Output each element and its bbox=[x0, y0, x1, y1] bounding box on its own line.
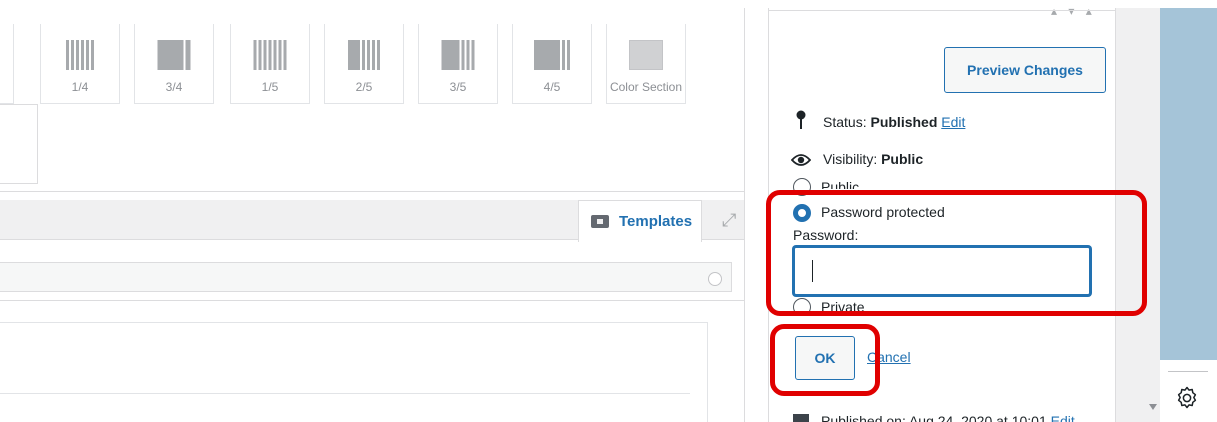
layout-button-3-5[interactable]: 3/5 bbox=[418, 24, 498, 104]
row-toggle-circle[interactable] bbox=[708, 272, 722, 286]
password-input[interactable] bbox=[793, 246, 1091, 296]
radio-public[interactable] bbox=[793, 178, 811, 196]
published-on-text: Published on: Aug 24, 2020 at 10:01 bbox=[821, 413, 1047, 422]
published-edit-link[interactable]: Edit bbox=[1051, 413, 1075, 422]
status-edit-link[interactable]: Edit bbox=[941, 114, 965, 130]
radio-private-label: Private bbox=[821, 299, 865, 315]
radio-password-label: Password protected bbox=[821, 204, 945, 220]
layout-label: Color Section bbox=[609, 80, 683, 94]
layout-button-2-5[interactable]: 2/5 bbox=[324, 24, 404, 104]
cancel-link[interactable]: Cancel bbox=[867, 349, 911, 365]
three-fifths-icon bbox=[441, 40, 475, 70]
background-strip bbox=[1160, 0, 1217, 422]
layout-button-4-5[interactable]: 4/5 bbox=[512, 24, 592, 104]
gear-icon[interactable] bbox=[1175, 386, 1199, 410]
status-prefix: Status: bbox=[823, 114, 867, 130]
layout-label: 3/4 bbox=[165, 80, 183, 94]
visibility-value: Public bbox=[881, 151, 924, 167]
content-area[interactable] bbox=[0, 322, 708, 422]
layout-button-1-4[interactable]: 1/4 bbox=[40, 24, 120, 104]
layout-tile-blank[interactable] bbox=[0, 104, 38, 184]
layout-label: 3/5 bbox=[449, 80, 467, 94]
content-divider bbox=[0, 393, 690, 394]
layout-label: 1/5 bbox=[261, 80, 279, 94]
radio-private[interactable] bbox=[793, 298, 811, 316]
layout-label: 4/5 bbox=[543, 80, 561, 94]
layout-label: 1/4 bbox=[71, 80, 89, 94]
publish-panel: Publish ▴ ▾ ▴ Preview Changes Status: Pu… bbox=[768, 0, 1116, 422]
column-layouts-panel: 1/4 3/4 1/5 2/5 3/5 4/5 Color Section bbox=[0, 8, 745, 192]
tab-templates-label: Templates bbox=[619, 213, 693, 230]
pin-icon bbox=[796, 110, 806, 129]
layout-label: 2/5 bbox=[355, 80, 373, 94]
eye-icon bbox=[791, 154, 811, 166]
cols-5-icon bbox=[253, 40, 287, 70]
expand-icon[interactable]: ⤢ bbox=[722, 210, 736, 231]
templates-icon bbox=[591, 215, 609, 228]
four-fifths-icon bbox=[534, 40, 570, 70]
editor-screen: 1/4 3/4 1/5 2/5 3/5 4/5 Color Section Te… bbox=[0, 0, 1217, 422]
scrollbar-track[interactable] bbox=[1116, 0, 1160, 422]
radio-password-protected[interactable] bbox=[793, 204, 811, 222]
two-fifths-icon bbox=[348, 40, 380, 70]
top-edge bbox=[0, 0, 1217, 8]
status-value: Published bbox=[870, 114, 938, 130]
three-quarter-icon bbox=[157, 40, 191, 70]
calendar-icon bbox=[793, 414, 809, 422]
color-square-icon bbox=[629, 40, 663, 70]
visibility-prefix: Visibility: bbox=[823, 151, 878, 167]
layout-button-partial[interactable] bbox=[0, 24, 14, 104]
text-caret bbox=[812, 260, 813, 282]
visibility-row: Visibility: Public bbox=[823, 151, 923, 167]
layout-button-color-section[interactable]: Color Section bbox=[606, 24, 686, 104]
status-row: Status: Published Edit bbox=[823, 114, 965, 130]
radio-public-label: Public bbox=[821, 179, 860, 189]
cols-4-icon bbox=[66, 40, 94, 70]
ok-button[interactable]: OK bbox=[795, 336, 855, 380]
scroll-down-icon[interactable] bbox=[1149, 404, 1157, 410]
layout-button-3-4[interactable]: 3/4 bbox=[134, 24, 214, 104]
preview-changes-button[interactable]: Preview Changes bbox=[944, 47, 1106, 93]
content-row-header bbox=[0, 262, 732, 292]
published-on-row: Published on: Aug 24, 2020 at 10:01 Edit bbox=[821, 413, 1075, 422]
password-label: Password: bbox=[793, 227, 859, 243]
content-divider bbox=[0, 300, 745, 301]
tab-templates[interactable]: Templates bbox=[578, 200, 702, 242]
layout-button-1-5[interactable]: 1/5 bbox=[230, 24, 310, 104]
panel-divider bbox=[744, 0, 745, 422]
dock-divider bbox=[1168, 371, 1208, 372]
publish-header-divider bbox=[769, 10, 1115, 11]
